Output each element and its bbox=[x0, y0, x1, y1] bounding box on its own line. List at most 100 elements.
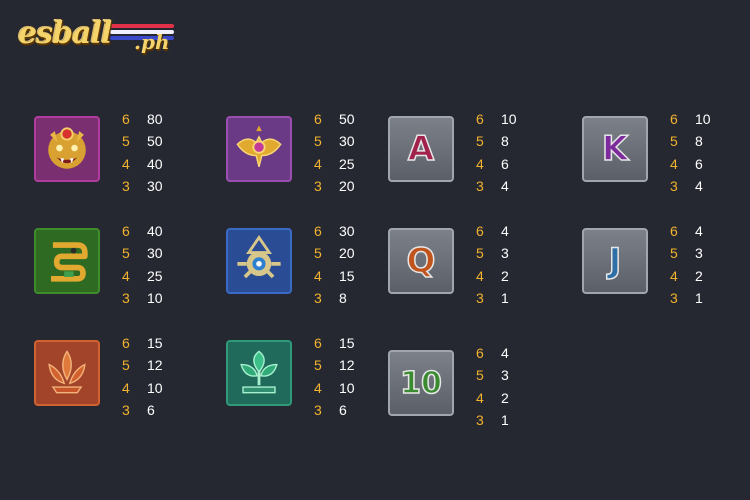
match-count: 6 bbox=[670, 111, 678, 127]
match-count: 6 bbox=[670, 223, 678, 239]
payout-value: 20 bbox=[339, 245, 355, 262]
paytable: 6 30 5 20 4 15 38 bbox=[314, 220, 355, 309]
match-count: 6 bbox=[476, 223, 484, 239]
paytable: 6 40 5 30 4 25 3 10 bbox=[122, 220, 163, 309]
payout-value: 25 bbox=[147, 267, 163, 284]
payout-value: 15 bbox=[339, 267, 355, 284]
card-10-icon: 10 bbox=[388, 350, 454, 416]
payout-value: 4 bbox=[501, 345, 509, 361]
pay-row: 5 30 bbox=[314, 130, 355, 152]
payout-value: 2 bbox=[501, 267, 509, 284]
card-j-icon: J bbox=[582, 228, 648, 294]
pay-row: 6 40 bbox=[122, 220, 163, 242]
payout-value: 3 bbox=[695, 245, 703, 262]
match-count: 4 bbox=[122, 267, 130, 284]
match-count: 3 bbox=[670, 289, 678, 306]
payout-value: 10 bbox=[339, 379, 355, 396]
paytable: 6 80 5 50 4 40 3 30 bbox=[122, 108, 163, 197]
pay-row: 34 bbox=[476, 175, 517, 197]
payout-value: 30 bbox=[147, 177, 163, 194]
payout-value: 40 bbox=[147, 155, 163, 172]
pay-row: 5 50 bbox=[122, 130, 163, 152]
paytable: 64 53 42 31 bbox=[670, 220, 703, 309]
match-count: 6 bbox=[476, 345, 484, 361]
match-count: 5 bbox=[314, 245, 322, 262]
pay-row: 31 bbox=[670, 287, 703, 309]
pay-row: 5 30 bbox=[122, 242, 163, 264]
pay-row: 53 bbox=[476, 364, 509, 386]
payout-value: 4 bbox=[695, 177, 703, 194]
payout-value: 10 bbox=[147, 289, 163, 306]
match-count: 5 bbox=[314, 357, 322, 374]
paytable: 64 53 42 31 bbox=[476, 342, 509, 431]
pay-row: 46 bbox=[670, 153, 711, 175]
payout-value: 30 bbox=[339, 223, 355, 239]
pay-row: 4 10 bbox=[314, 377, 355, 399]
payout-value: 3 bbox=[501, 367, 509, 384]
match-count: 6 bbox=[122, 111, 130, 127]
paytable: 64 53 42 31 bbox=[476, 220, 509, 309]
payout-value: 30 bbox=[339, 133, 355, 150]
payout-value: 30 bbox=[147, 245, 163, 262]
payout-value: 3 bbox=[501, 245, 509, 262]
paytable: 6 10 58 46 34 bbox=[670, 108, 711, 197]
serpent-glyph-icon bbox=[34, 228, 100, 294]
match-count: 5 bbox=[122, 245, 130, 262]
payout-value: 15 bbox=[339, 335, 355, 351]
match-count: 4 bbox=[314, 155, 322, 172]
payout-value: 15 bbox=[147, 335, 163, 351]
pay-row: 5 12 bbox=[314, 354, 355, 376]
paytable: 6 15 5 12 4 10 36 bbox=[122, 332, 163, 421]
payout-value: 50 bbox=[147, 133, 163, 150]
card-letter: J bbox=[608, 240, 622, 282]
paytable: 6 10 58 46 34 bbox=[476, 108, 517, 197]
pay-row: 31 bbox=[476, 287, 509, 309]
payout-value: 50 bbox=[339, 111, 355, 127]
match-count: 3 bbox=[122, 401, 130, 418]
match-count: 5 bbox=[476, 367, 484, 384]
sun-eye-totem-icon bbox=[226, 228, 292, 294]
match-count: 4 bbox=[670, 155, 678, 172]
pay-row: 6 15 bbox=[314, 332, 355, 354]
paytable: 6 15 5 12 4 10 36 bbox=[314, 332, 355, 421]
payout-value: 6 bbox=[147, 401, 155, 418]
payout-value: 4 bbox=[695, 223, 703, 239]
pay-row: 5 20 bbox=[314, 242, 355, 264]
payout-value: 6 bbox=[339, 401, 347, 418]
pay-row: 42 bbox=[476, 265, 509, 287]
pay-row: 58 bbox=[670, 130, 711, 152]
match-count: 4 bbox=[476, 155, 484, 172]
pay-row: 4 10 bbox=[122, 377, 163, 399]
golden-bird-icon bbox=[226, 116, 292, 182]
match-count: 4 bbox=[122, 155, 130, 172]
pay-row: 6 30 bbox=[314, 220, 355, 242]
payout-value: 4 bbox=[501, 177, 509, 194]
pay-row: 42 bbox=[670, 265, 703, 287]
payout-value: 10 bbox=[501, 111, 517, 127]
match-count: 3 bbox=[314, 177, 322, 194]
match-count: 3 bbox=[476, 289, 484, 306]
pay-row: 34 bbox=[670, 175, 711, 197]
match-count: 4 bbox=[314, 379, 322, 396]
pay-row: 3 10 bbox=[122, 287, 163, 309]
match-count: 5 bbox=[670, 133, 678, 150]
pay-row: 6 15 bbox=[122, 332, 163, 354]
match-count: 6 bbox=[122, 335, 130, 351]
match-count: 5 bbox=[122, 357, 130, 374]
pay-row: 64 bbox=[476, 220, 509, 242]
card-k-icon: K bbox=[582, 116, 648, 182]
match-count: 5 bbox=[670, 245, 678, 262]
match-count: 5 bbox=[476, 245, 484, 262]
payout-value: 12 bbox=[339, 357, 355, 374]
payout-value: 20 bbox=[339, 177, 355, 194]
payout-value: 80 bbox=[147, 111, 163, 127]
card-letter: 10 bbox=[399, 365, 442, 402]
pay-row: 53 bbox=[476, 242, 509, 264]
pay-row: 4 15 bbox=[314, 265, 355, 287]
lotus-flower-icon bbox=[34, 340, 100, 406]
pay-row: 6 10 bbox=[476, 108, 517, 130]
paytable: 6 50 5 30 4 25 3 20 bbox=[314, 108, 355, 197]
logo-wordmark: esball bbox=[18, 16, 112, 51]
match-count: 4 bbox=[476, 267, 484, 284]
payout-value: 8 bbox=[339, 289, 347, 306]
